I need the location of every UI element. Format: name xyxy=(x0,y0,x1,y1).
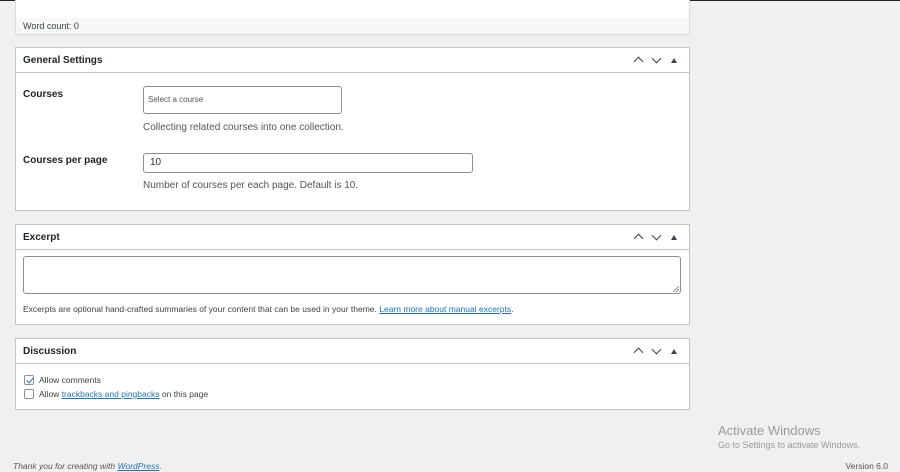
toggle-arrow-icon xyxy=(671,234,677,240)
allow-comments-checkbox[interactable] xyxy=(24,375,34,385)
move-down-button[interactable] xyxy=(647,51,665,69)
courses-description: Collecting related courses into one coll… xyxy=(143,122,344,133)
activate-windows-title: Activate Windows xyxy=(718,423,821,438)
chevron-up-icon xyxy=(633,56,643,67)
courses-per-page-label: Courses per page xyxy=(23,155,108,166)
move-up-button[interactable] xyxy=(629,342,647,360)
allow-comments-label: Allow comments xyxy=(39,375,101,385)
allow-pingbacks-suffix: on this page xyxy=(161,389,209,399)
allow-pingbacks-checkbox[interactable] xyxy=(24,389,34,399)
chevron-down-icon xyxy=(651,53,661,64)
chevron-up-icon xyxy=(633,233,643,244)
excerpt-note: Excerpts are optional hand-crafted summa… xyxy=(23,304,513,314)
word-count: Word count: 0 xyxy=(23,21,79,31)
trackbacks-pingbacks-link[interactable]: trackbacks and pingbacks xyxy=(62,389,160,399)
courses-per-page-description: Number of courses per each page. Default… xyxy=(143,180,359,191)
course-select[interactable]: Select a course xyxy=(143,86,342,114)
editor-area-bottom[interactable] xyxy=(15,0,690,18)
allow-pingbacks-prefix: Allow xyxy=(39,389,60,399)
toggle-panel-button[interactable] xyxy=(665,228,683,246)
move-down-button[interactable] xyxy=(647,228,665,246)
resize-grip-icon[interactable] xyxy=(673,286,679,292)
chevron-up-icon xyxy=(633,347,643,358)
allow-pingbacks-row[interactable]: Allow trackbacks and pingbacks on this p… xyxy=(24,389,208,399)
discussion-title: Discussion xyxy=(23,345,77,357)
discussion-header: Discussion xyxy=(16,339,689,364)
excerpt-header: Excerpt xyxy=(16,225,689,250)
discussion-actions xyxy=(629,342,689,360)
courses-label: Courses xyxy=(23,89,64,100)
chevron-down-icon xyxy=(651,344,661,355)
footer-thanks-prefix: Thank you for creating with xyxy=(13,461,116,471)
general-settings-title: General Settings xyxy=(23,54,103,66)
toggle-arrow-icon xyxy=(671,57,677,63)
courses-per-page-input[interactable]: 10 xyxy=(143,153,473,173)
discussion-box: Discussion Allow comments Allow trackbac… xyxy=(15,338,690,410)
excerpt-note-text: Excerpts are optional hand-crafted summa… xyxy=(23,304,377,314)
footer-thanks: Thank you for creating with WordPress. xyxy=(13,461,162,471)
activate-windows-watermark: Activate Windows Go to Settings to activ… xyxy=(718,423,860,450)
toggle-panel-button[interactable] xyxy=(665,51,683,69)
general-settings-header: General Settings xyxy=(16,48,689,73)
excerpt-title: Excerpt xyxy=(23,231,60,243)
footer-thanks-suffix: . xyxy=(159,461,162,471)
toggle-arrow-icon xyxy=(671,348,677,354)
move-up-button[interactable] xyxy=(629,51,647,69)
learn-more-link[interactable]: Learn more about manual excerpts xyxy=(379,304,511,314)
move-up-button[interactable] xyxy=(629,228,647,246)
allow-comments-row[interactable]: Allow comments xyxy=(24,375,101,385)
excerpt-box: Excerpt Excerpts are optional hand-craft… xyxy=(15,224,690,325)
move-down-button[interactable] xyxy=(647,342,665,360)
chevron-down-icon xyxy=(651,230,661,241)
excerpt-note-period: . xyxy=(511,304,514,314)
toggle-panel-button[interactable] xyxy=(665,342,683,360)
excerpt-textarea[interactable] xyxy=(23,256,681,294)
general-settings-actions xyxy=(629,51,689,69)
general-settings-box: General Settings Courses Select a course… xyxy=(15,47,690,211)
footer-version: Version 6.0 xyxy=(845,461,888,471)
word-count-bar: Word count: 0 xyxy=(15,18,690,35)
excerpt-actions xyxy=(629,228,689,246)
wordpress-link[interactable]: WordPress xyxy=(117,461,159,471)
activate-windows-subtitle: Go to Settings to activate Windows. xyxy=(718,440,861,450)
